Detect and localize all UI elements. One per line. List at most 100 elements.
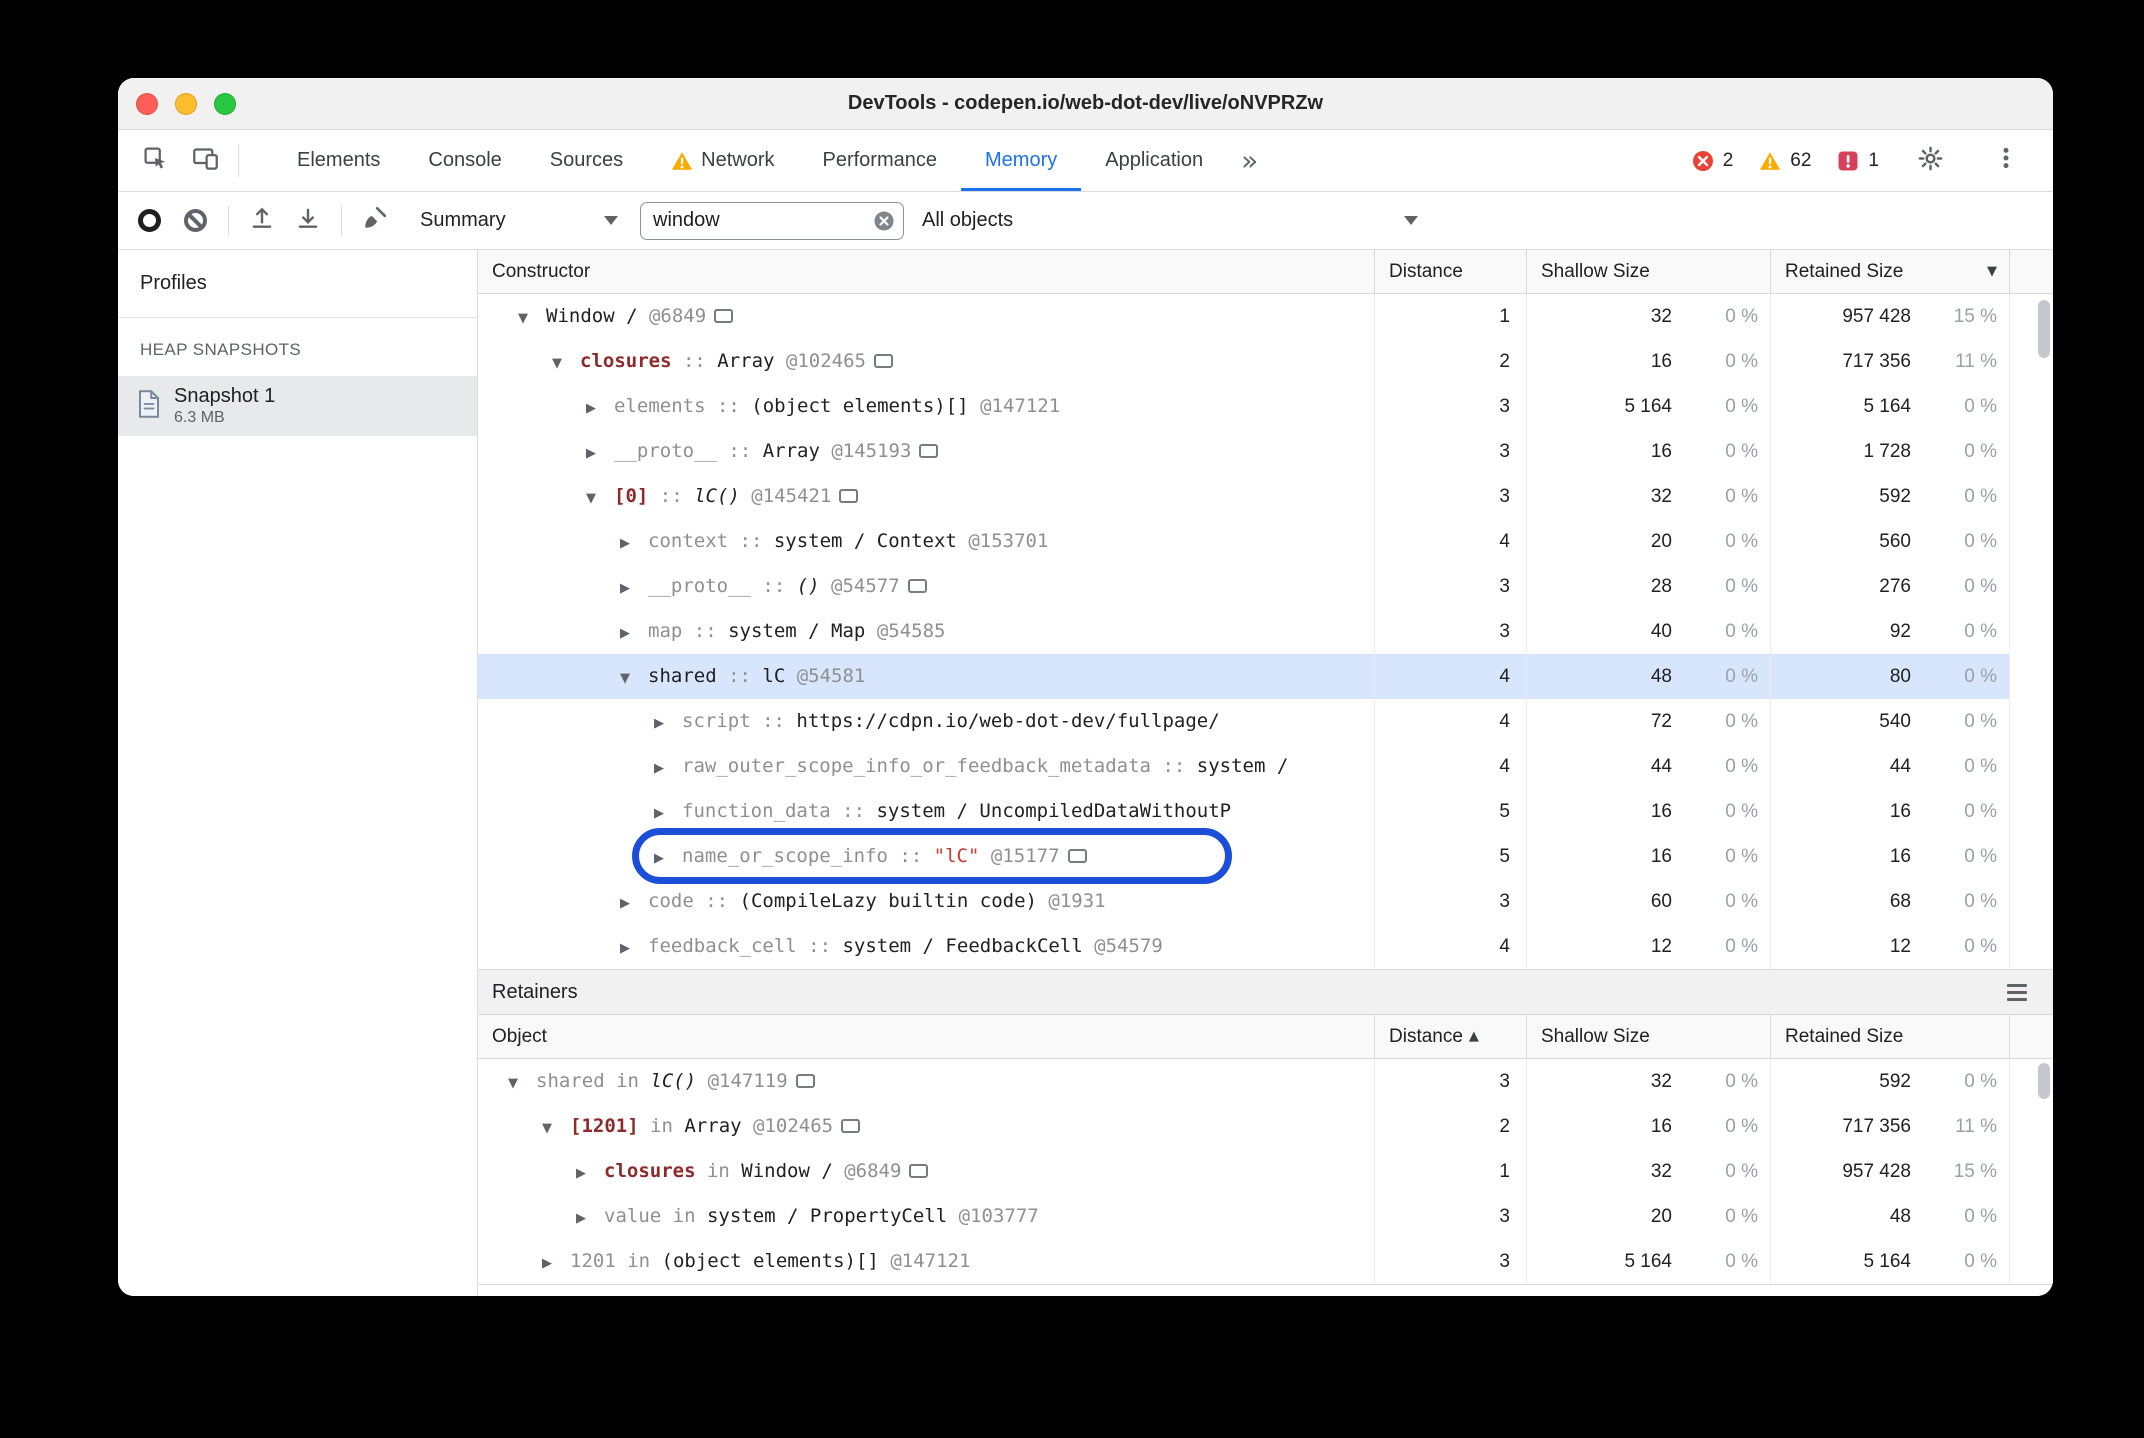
errors-badge[interactable]: 2 <box>1692 150 1733 172</box>
column-header-constructor[interactable]: Constructor <box>478 250 1375 294</box>
scrollbar-thumb[interactable] <box>2038 300 2050 358</box>
warnings-badge[interactable]: 62 <box>1759 150 1811 172</box>
inspect-object-icon[interactable] <box>839 489 859 503</box>
expand-toggle-icon[interactable]: ▶ <box>586 431 614 474</box>
size-value: 48 <box>1889 1206 1911 1227</box>
inspect-object-icon[interactable] <box>907 579 927 593</box>
close-button[interactable] <box>136 92 158 115</box>
column-header-retained-size[interactable]: Retained Size <box>1771 1015 2010 1059</box>
expand-toggle-icon[interactable]: ▶ <box>654 791 682 834</box>
constructor-row[interactable]: ▶ name_or_scope_info :: "lC" @15177 5 16 0 %… <box>478 828 2053 884</box>
constructor-row[interactable]: ▼ closures :: Array @102465 2 16 0 % 717 356 1… <box>478 339 2053 384</box>
node-text: @15177 <box>990 845 1060 867</box>
load-profile-button[interactable] <box>239 198 285 244</box>
expand-toggle-icon[interactable]: ▶ <box>654 701 682 744</box>
constructor-row[interactable]: ▶ __proto__ :: Array @145193 3 16 0 % 1 728 0 … <box>478 429 2053 474</box>
constructor-row[interactable]: ▶ feedback_cell :: system / FeedbackCell … <box>478 924 2053 969</box>
retainer-row[interactable]: ▼ shared in lC() @147119 3 32 0 % 592 0 % <box>478 1059 2053 1104</box>
tab-performance[interactable]: Performance <box>799 130 962 191</box>
sort-ascending-icon: ▲ <box>1468 1029 1479 1044</box>
node-text: @54579 <box>1094 935 1163 957</box>
size-value: 92 <box>1889 621 1911 642</box>
object-filter-select[interactable]: All objects <box>922 209 1424 232</box>
column-header-distance[interactable]: Distance ▲ <box>1375 1015 1527 1059</box>
expand-toggle-icon[interactable]: ▶ <box>620 566 648 609</box>
minimize-button[interactable] <box>175 92 197 115</box>
clear-search-icon[interactable] <box>873 210 895 232</box>
shallow-size-cell: 5 164 0 % <box>1527 384 1771 429</box>
tab-elements[interactable]: Elements <box>273 130 404 191</box>
save-profile-button[interactable] <box>285 198 331 244</box>
inspect-object-icon[interactable] <box>795 1074 815 1088</box>
more-options-button[interactable] <box>1981 145 2031 176</box>
gear-icon <box>1917 145 1944 177</box>
constructor-row[interactable]: ▼ shared :: lC @54581 4 48 0 % 80 0 % <box>478 654 2053 699</box>
expand-toggle-icon[interactable]: ▶ <box>586 386 614 429</box>
expand-toggle-icon[interactable]: ▶ <box>654 746 682 789</box>
collapse-toggle-icon[interactable]: ▼ <box>542 1106 570 1149</box>
tab-memory[interactable]: Memory <box>961 130 1081 191</box>
perspective-select[interactable]: Summary <box>420 209 618 232</box>
tab-console[interactable]: Console <box>404 130 525 191</box>
tab-application[interactable]: Application <box>1081 130 1227 191</box>
retained-size-cell: 16 0 % <box>1771 789 2010 834</box>
expand-toggle-icon[interactable]: ▶ <box>576 1196 604 1239</box>
column-header-distance[interactable]: Distance <box>1375 250 1527 294</box>
snapshot-item[interactable]: Snapshot 1 6.3 MB <box>118 376 477 436</box>
constructor-row[interactable]: ▶ raw_outer_scope_info_or_feedback_metada… <box>478 744 2053 789</box>
inspect-object-icon[interactable] <box>919 444 939 458</box>
retainer-row[interactable]: ▶ closures in Window / @6849 1 32 0 % 957 428… <box>478 1149 2053 1194</box>
expand-toggle-icon[interactable]: ▶ <box>620 521 648 564</box>
expand-toggle-icon[interactable]: ▶ <box>620 611 648 654</box>
inspect-object-icon[interactable] <box>874 354 893 368</box>
column-header-shallow-size[interactable]: Shallow Size <box>1527 250 1771 294</box>
issues-badge[interactable]: 1 <box>1837 150 1879 172</box>
take-snapshot-button[interactable] <box>126 198 172 244</box>
tab-network[interactable]: Network <box>647 130 798 191</box>
retainer-row[interactable]: ▶ value in system / PropertyCell @103777 3… <box>478 1194 2053 1239</box>
inspect-object-icon[interactable] <box>714 309 734 323</box>
device-toolbar-button[interactable] <box>180 130 230 191</box>
inspect-object-icon[interactable] <box>909 1164 929 1178</box>
constructor-row[interactable]: ▶ function_data :: system / UncompiledDat… <box>478 789 2053 834</box>
expand-toggle-icon[interactable]: ▶ <box>654 836 682 879</box>
panel-tabs: Elements Console Sources Network Perform… <box>273 130 1272 191</box>
constructor-row[interactable]: ▶ __proto__ :: () @54577 3 28 0 % 276 0 % <box>478 564 2053 609</box>
retainer-row[interactable]: ▶ 1201 in (object elements)[] @147121 3 5 1… <box>478 1239 2053 1284</box>
collapse-toggle-icon[interactable]: ▼ <box>508 1061 536 1104</box>
more-tabs-button[interactable]: » <box>1227 130 1272 191</box>
retainers-menu-icon[interactable] <box>2007 970 2027 1014</box>
issue-count: 1 <box>1868 149 1879 171</box>
retainer-row[interactable]: ▼ [1201] in Array @102465 2 16 0 % 717 356 11 … <box>478 1104 2053 1149</box>
class-filter-search[interactable] <box>640 201 904 240</box>
expand-toggle-icon[interactable]: ▶ <box>576 1151 604 1194</box>
clear-profiles-button[interactable] <box>172 198 218 244</box>
constructor-row[interactable]: ▶ context :: system / Context @153701 4 20 0… <box>478 519 2053 564</box>
constructor-row[interactable]: ▼ [0] :: lC() @145421 3 32 0 % 592 0 % <box>478 474 2053 519</box>
collapse-toggle-icon[interactable]: ▼ <box>586 476 614 519</box>
constructor-row[interactable]: ▶ elements :: (object elements)[] @147121… <box>478 384 2053 429</box>
column-header-object[interactable]: Object <box>478 1015 1375 1059</box>
collapse-toggle-icon[interactable]: ▼ <box>552 341 580 384</box>
settings-button[interactable] <box>1905 145 1955 177</box>
constructor-row[interactable]: ▼ Window / @6849 1 32 0 % 957 428 15 % <box>478 294 2053 339</box>
expand-toggle-icon[interactable]: ▶ <box>620 926 648 969</box>
tab-sources[interactable]: Sources <box>526 130 647 191</box>
constructor-row[interactable]: ▶ map :: system / Map @54585 3 40 0 % 92 0 % <box>478 609 2053 654</box>
search-input[interactable] <box>653 209 873 232</box>
inspect-object-icon[interactable] <box>1067 849 1087 863</box>
inspect-object-icon[interactable] <box>841 1119 861 1133</box>
clear-view-button[interactable] <box>352 198 398 244</box>
expand-toggle-icon[interactable]: ▶ <box>542 1241 570 1284</box>
node-text: system / FeedbackCell <box>842 935 1095 957</box>
column-header-shallow-size[interactable]: Shallow Size <box>1527 1015 1771 1059</box>
scrollbar-thumb[interactable] <box>2038 1063 2050 1099</box>
column-header-retained-size[interactable]: Retained Size ▼ <box>1771 250 2010 294</box>
constructor-row[interactable]: ▶ code :: (CompileLazy builtin code) @193… <box>478 879 2053 924</box>
collapse-toggle-icon[interactable]: ▼ <box>518 296 546 339</box>
constructor-row[interactable]: ▶ script :: https://cdpn.io/web-dot-dev/f… <box>478 699 2053 744</box>
collapse-toggle-icon[interactable]: ▼ <box>620 656 648 699</box>
zoom-button[interactable] <box>214 92 236 115</box>
expand-toggle-icon[interactable]: ▶ <box>620 881 648 924</box>
inspect-element-button[interactable] <box>130 130 180 191</box>
